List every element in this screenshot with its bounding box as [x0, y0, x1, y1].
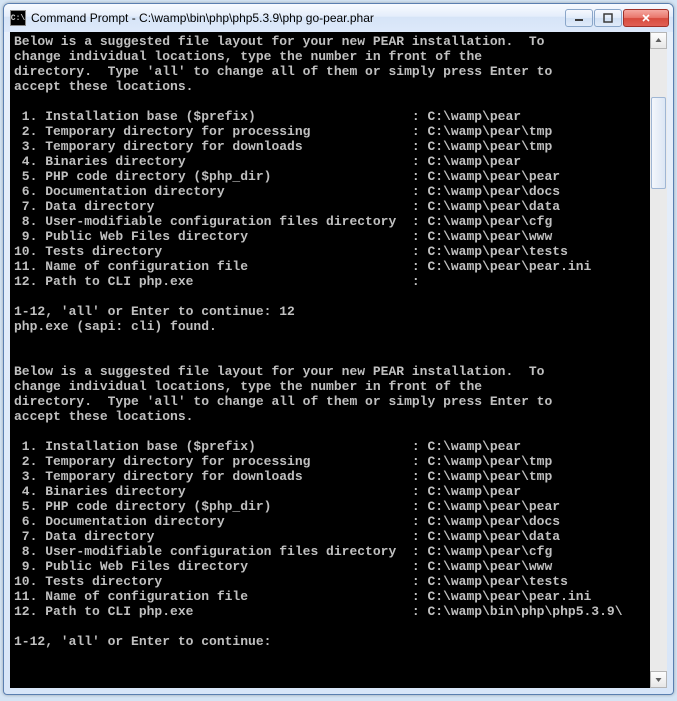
scroll-up-button[interactable]: [650, 32, 667, 49]
console-output[interactable]: Below is a suggested file layout for you…: [10, 32, 650, 688]
window-title: Command Prompt - C:\wamp\bin\php\php5.3.…: [31, 11, 565, 25]
vertical-scrollbar[interactable]: [650, 32, 667, 688]
minimize-button[interactable]: [565, 9, 593, 27]
scroll-thumb[interactable]: [651, 97, 666, 189]
close-button[interactable]: [623, 9, 669, 27]
maximize-button[interactable]: [594, 9, 622, 27]
scroll-track[interactable]: [650, 49, 667, 671]
window-controls: [565, 9, 669, 27]
command-prompt-window: C:\ Command Prompt - C:\wamp\bin\php\php…: [3, 3, 674, 695]
scroll-down-button[interactable]: [650, 671, 667, 688]
client-area: Below is a suggested file layout for you…: [10, 32, 667, 688]
app-icon: C:\: [10, 10, 26, 26]
titlebar[interactable]: C:\ Command Prompt - C:\wamp\bin\php\php…: [4, 4, 673, 32]
